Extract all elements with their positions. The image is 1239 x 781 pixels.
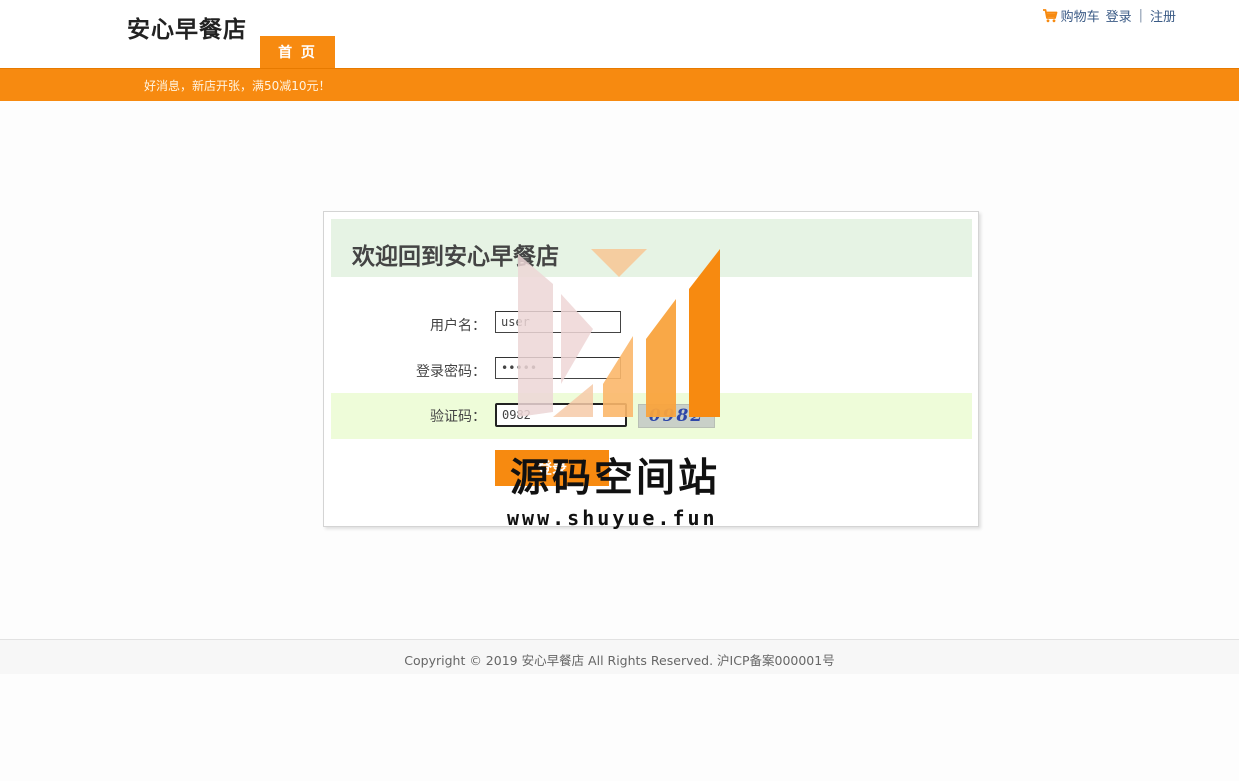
register-link[interactable]: 注册 xyxy=(1150,6,1176,25)
page: 安心早餐店 首 页 购物车 登录 | 注册 好消息，新店开张，满50减10元！ … xyxy=(0,0,1239,781)
cart-icon xyxy=(1042,8,1057,22)
password-label: 登录密码： xyxy=(416,364,486,380)
site-footer: Copyright © 2019 安心早餐店 All Rights Reserv… xyxy=(0,639,1239,674)
username-label: 用户名： xyxy=(430,318,486,334)
promo-bar: 好消息，新店开张，满50减10元！ xyxy=(0,68,1239,101)
watermark-title: 源码空间站 xyxy=(510,456,721,501)
captcha-label: 验证码： xyxy=(430,409,486,425)
promo-text: 好消息，新店开张，满50减10元！ xyxy=(144,79,331,93)
link-separator: | xyxy=(1138,8,1143,23)
cart-link[interactable]: 购物车 xyxy=(1042,6,1100,25)
watermark-url: www.shuyue.fun xyxy=(507,506,718,530)
login-link[interactable]: 登录 xyxy=(1106,6,1132,25)
cart-label: 购物车 xyxy=(1060,10,1100,25)
watermark-logo-icon xyxy=(518,249,720,417)
site-header: 安心早餐店 首 页 购物车 登录 | 注册 xyxy=(0,0,1239,68)
copyright-text: Copyright © 2019 安心早餐店 All Rights Reserv… xyxy=(404,653,835,668)
nav-tab-home[interactable]: 首 页 xyxy=(260,36,335,68)
site-logo[interactable]: 安心早餐店 xyxy=(127,10,247,44)
top-links: 购物车 登录 | 注册 xyxy=(1042,6,1176,25)
